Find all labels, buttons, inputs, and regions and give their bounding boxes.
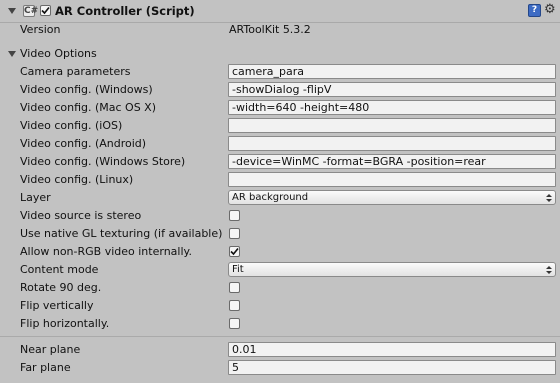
native-gl-checkbox[interactable]	[229, 228, 240, 239]
component-header[interactable]: C# AR Controller (Script) ? ⚙	[0, 0, 560, 23]
video-config-windows-store-row: Video config. (Windows Store) -device=Wi…	[0, 153, 560, 171]
section-divider	[0, 336, 560, 337]
rotate-90-label: Rotate 90 deg.	[20, 281, 102, 294]
video-config-macos-field[interactable]: -width=640 -height=480	[228, 100, 556, 115]
video-options-foldout[interactable]: Video Options	[0, 45, 560, 63]
csharp-script-icon: C#	[23, 5, 39, 17]
video-config-android-row: Video config. (Android)	[0, 135, 560, 153]
video-config-windows-row: Video config. (Windows) -showDialog -fli…	[0, 81, 560, 99]
video-config-linux-label: Video config. (Linux)	[20, 173, 134, 186]
far-plane-row: Far plane 5	[0, 359, 560, 377]
non-rgb-label: Allow non-RGB video internally.	[20, 245, 192, 258]
native-gl-label: Use native GL texturing (if available)	[20, 227, 223, 240]
component-title: AR Controller (Script)	[55, 4, 195, 18]
flip-vertical-row: Flip vertically	[0, 297, 560, 315]
version-value: ARToolKit 5.3.2	[229, 23, 311, 36]
layer-dropdown-value: AR background	[232, 192, 309, 203]
video-config-linux-row: Video config. (Linux)	[0, 171, 560, 189]
stereo-checkbox[interactable]	[229, 210, 240, 221]
non-rgb-checkbox[interactable]	[229, 246, 240, 257]
video-config-macos-label: Video config. (Mac OS X)	[20, 101, 157, 114]
inspector-panel: C# AR Controller (Script) ? ⚙ Version AR…	[0, 0, 560, 383]
video-config-android-label: Video config. (Android)	[20, 137, 147, 150]
video-config-android-field[interactable]	[228, 136, 556, 151]
layer-label: Layer	[20, 191, 51, 204]
flip-vertical-checkbox[interactable]	[229, 300, 240, 311]
video-config-windows-store-field[interactable]: -device=WinMC -format=BGRA -position=rea…	[228, 154, 556, 169]
rotate-90-row: Rotate 90 deg.	[0, 279, 560, 297]
far-plane-field[interactable]: 5	[228, 360, 556, 375]
video-config-windows-field[interactable]: -showDialog -flipV	[228, 82, 556, 97]
camera-parameters-row: Camera parameters camera_para	[0, 63, 560, 81]
near-plane-label: Near plane	[20, 343, 81, 356]
checkmark-icon	[230, 247, 239, 256]
stereo-row: Video source is stereo	[0, 207, 560, 225]
video-config-linux-field[interactable]	[228, 172, 556, 187]
gear-icon[interactable]: ⚙	[544, 3, 556, 17]
near-plane-field[interactable]: 0.01	[228, 342, 556, 357]
foldout-arrow-icon[interactable]	[8, 51, 16, 57]
dropdown-arrows-icon	[546, 194, 552, 202]
far-plane-label: Far plane	[20, 361, 71, 374]
version-row: Version ARToolKit 5.3.2	[0, 21, 560, 39]
video-config-windows-label: Video config. (Windows)	[20, 83, 153, 96]
rotate-90-checkbox[interactable]	[229, 282, 240, 293]
video-config-ios-field[interactable]	[228, 118, 556, 133]
content-mode-row: Content mode Fit	[0, 261, 560, 279]
near-plane-row: Near plane 0.01	[0, 341, 560, 359]
flip-horizontal-checkbox[interactable]	[229, 318, 240, 329]
flip-vertical-label: Flip vertically	[20, 299, 94, 312]
camera-parameters-field[interactable]: camera_para	[228, 64, 556, 79]
version-label: Version	[20, 23, 61, 36]
video-config-macos-row: Video config. (Mac OS X) -width=640 -hei…	[0, 99, 560, 117]
help-icon[interactable]: ?	[528, 4, 541, 17]
video-config-ios-row: Video config. (iOS)	[0, 117, 560, 135]
content-mode-dropdown[interactable]: Fit	[228, 262, 556, 277]
layer-dropdown[interactable]: AR background	[228, 190, 556, 205]
camera-parameters-label: Camera parameters	[20, 65, 131, 78]
video-config-windows-store-label: Video config. (Windows Store)	[20, 155, 186, 168]
non-rgb-row: Allow non-RGB video internally.	[0, 243, 560, 261]
flip-horizontal-label: Flip horizontally.	[20, 317, 110, 330]
native-gl-row: Use native GL texturing (if available)	[0, 225, 560, 243]
video-config-ios-label: Video config. (iOS)	[20, 119, 123, 132]
foldout-arrow-icon[interactable]	[8, 8, 16, 14]
content-mode-label: Content mode	[20, 263, 99, 276]
flip-horizontal-row: Flip horizontally.	[0, 315, 560, 333]
dropdown-arrows-icon	[546, 266, 552, 274]
checkmark-icon	[41, 6, 50, 15]
layer-row: Layer AR background	[0, 189, 560, 207]
content-mode-dropdown-value: Fit	[232, 264, 244, 275]
video-options-label: Video Options	[20, 47, 97, 60]
component-enabled-checkbox[interactable]	[40, 5, 51, 16]
stereo-label: Video source is stereo	[20, 209, 142, 222]
